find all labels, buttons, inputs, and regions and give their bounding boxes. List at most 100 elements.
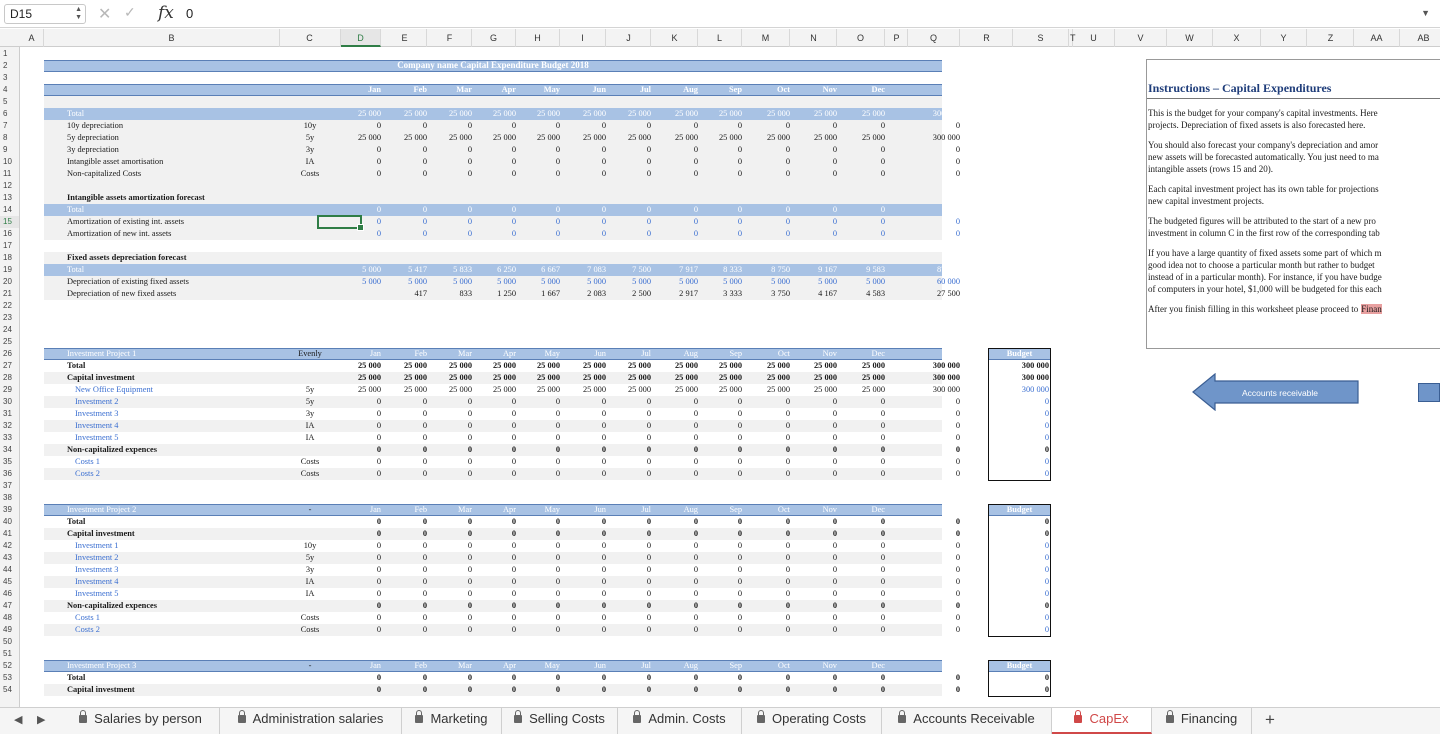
project-value[interactable]: 25 000 [791,384,837,396]
project-value[interactable]: 300 000 [908,384,960,396]
project-value[interactable]: 25 000 [516,384,560,396]
depreciation-value[interactable]: 5 000 [607,276,651,288]
project-value[interactable]: 0 [652,516,698,528]
project-month-header[interactable]: Mar [428,504,472,516]
depreciation-value[interactable]: 417 [383,288,427,300]
project-value[interactable]: 25 000 [607,372,651,384]
project-value[interactable]: 0 [742,612,790,624]
project-row-label[interactable]: Costs 2 [75,468,291,480]
depreciation-value[interactable]: 5 000 [791,276,837,288]
amortization-value[interactable]: 0 [652,216,698,228]
project-value[interactable]: 0 [383,396,427,408]
budget-value[interactable]: 300 000 [988,372,1049,384]
project-value[interactable]: 0 [791,600,837,612]
amortization-value[interactable]: 0 [472,228,516,240]
project-value[interactable]: 25 000 [698,372,742,384]
project-value[interactable]: 0 [698,420,742,432]
summary-value[interactable]: 0 [698,156,742,168]
project-value[interactable]: 0 [472,588,516,600]
project-value[interactable]: 0 [742,540,790,552]
column-header-y[interactable]: Y [1261,29,1307,47]
project-value[interactable]: 25 000 [341,372,381,384]
project-row-code[interactable]: IA [279,420,341,432]
month-header[interactable]: Dec [837,84,885,96]
project-value[interactable]: 0 [341,420,381,432]
column-header-x[interactable]: X [1213,29,1261,47]
budget-value[interactable]: 300 000 [988,360,1049,372]
project-value[interactable]: 0 [341,444,381,456]
project-value[interactable]: 0 [560,612,606,624]
depreciation-value[interactable]: 4 167 [791,288,837,300]
row-header-23[interactable]: 23 [0,312,19,324]
project-value[interactable]: 0 [837,552,885,564]
summary-value[interactable]: 0 [516,120,560,132]
depreciation-row-label[interactable]: Total [67,264,283,276]
project-month-header[interactable]: Dec [837,660,885,672]
project-value[interactable]: 0 [428,552,472,564]
amortization-value[interactable]: 0 [908,216,960,228]
summary-value[interactable]: 300 000 [908,108,960,120]
project-month-header[interactable]: Jul [607,504,651,516]
project-value[interactable]: 0 [908,468,960,480]
summary-value[interactable]: 25 000 [791,132,837,144]
project-value[interactable]: 0 [791,420,837,432]
budget-value[interactable]: 0 [988,516,1049,528]
amortization-value[interactable]: 0 [742,216,790,228]
project-row-label[interactable]: Investment 2 [75,396,291,408]
project-value[interactable]: 0 [383,408,427,420]
summary-value[interactable]: 0 [652,144,698,156]
summary-value[interactable]: 25 000 [428,108,472,120]
project-value[interactable]: 0 [560,624,606,636]
summary-value[interactable]: 0 [908,144,960,156]
depreciation-value[interactable]: 8 750 [742,264,790,276]
month-header[interactable]: Feb [383,84,428,96]
summary-value[interactable]: 25 000 [472,108,516,120]
column-header-u[interactable]: U [1073,29,1115,47]
project-value[interactable]: 0 [742,468,790,480]
project-value[interactable]: 0 [607,672,651,684]
summary-value[interactable]: 0 [908,120,960,132]
project-value[interactable]: 0 [791,408,837,420]
row-header-53[interactable]: 53 [0,672,19,684]
depreciation-code[interactable]: IA [279,156,341,168]
project-row-label[interactable]: Investment 1 [75,540,291,552]
amortization-value[interactable]: 0 [428,216,472,228]
project-row-label[interactable]: Capital investment [67,372,283,384]
project-month-header[interactable]: Apr [472,348,516,360]
summary-value[interactable]: 0 [607,120,651,132]
project-value[interactable]: 0 [742,420,790,432]
project-value[interactable]: 25 000 [652,372,698,384]
project-value[interactable]: 0 [516,432,560,444]
project-month-header[interactable]: Sep [698,348,742,360]
project-value[interactable]: 0 [908,612,960,624]
sheet-tab-financing[interactable]: Financing [1152,708,1252,734]
project-value[interactable]: 0 [652,624,698,636]
project-value[interactable]: 0 [516,408,560,420]
row-header-29[interactable]: 29 [0,384,19,396]
row-header-48[interactable]: 48 [0,612,19,624]
project-allocation-mode[interactable]: - [279,660,341,672]
amortization-row-label[interactable]: Total [67,204,283,216]
amortization-value[interactable]: 0 [472,216,516,228]
project-value[interactable]: 0 [742,396,790,408]
summary-value[interactable]: 0 [791,156,837,168]
row-header-27[interactable]: 27 [0,360,19,372]
project-value[interactable]: 0 [472,528,516,540]
project-value[interactable]: 0 [560,516,606,528]
project-row-code[interactable]: IA [279,432,341,444]
month-header[interactable]: Jul [607,84,651,96]
depreciation-value[interactable]: 60 000 [908,276,960,288]
summary-row-label[interactable]: Intangible asset amortisation [67,156,283,168]
summary-value[interactable]: 0 [472,144,516,156]
sheet-tab-selling-costs[interactable]: Selling Costs [502,708,618,734]
project-value[interactable]: 0 [383,612,427,624]
project-value[interactable]: 0 [607,684,651,696]
summary-value[interactable]: 0 [698,120,742,132]
project-value[interactable]: 25 000 [341,384,381,396]
project-value[interactable]: 0 [908,396,960,408]
project-month-header[interactable]: Total [908,660,960,672]
project-value[interactable]: 0 [516,576,560,588]
column-header-n[interactable]: N [791,29,837,47]
row-header-49[interactable]: 49 [0,624,19,636]
project-value[interactable]: 0 [341,552,381,564]
